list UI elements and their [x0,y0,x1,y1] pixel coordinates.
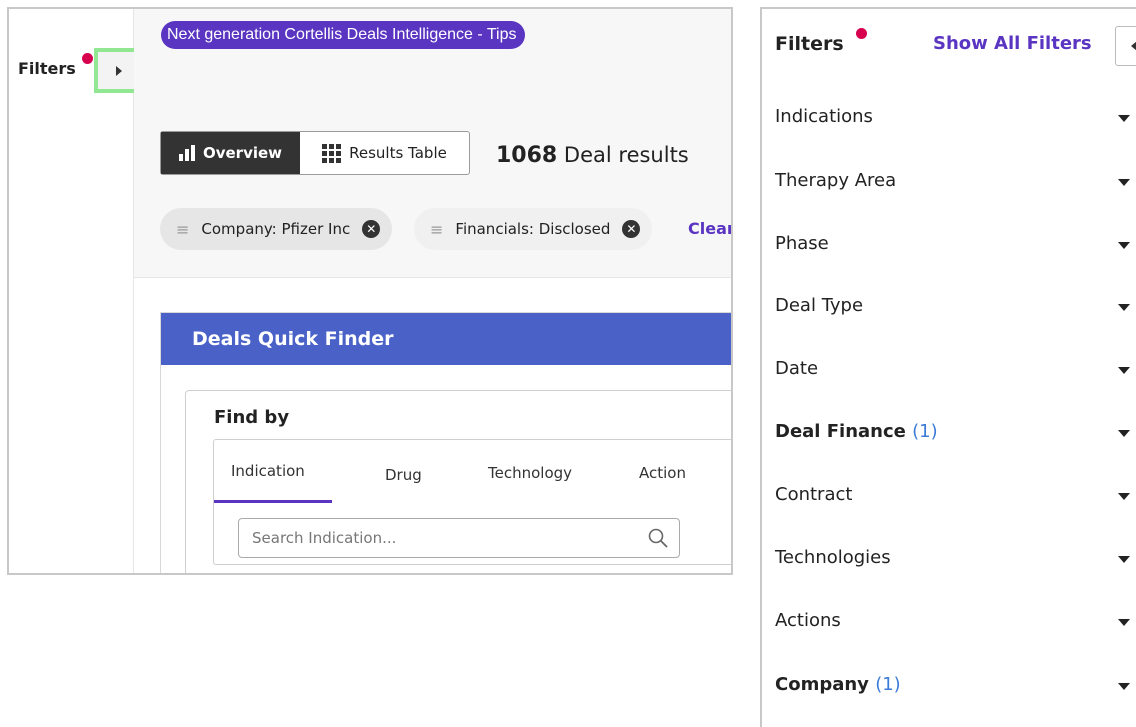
main-view-panel: Filters Next generation Cortellis Deals … [7,7,733,575]
filter-item-therapy-area[interactable]: Therapy Area [775,170,1135,204]
filter-label: Deal Finance [775,421,906,442]
finder-title: Deals Quick Finder [161,313,731,365]
filter-chip-company[interactable]: ≡ Company: Pfizer Inc ✕ [160,208,393,250]
filter-label: Technologies [775,547,891,568]
filter-item-actions[interactable]: Actions [775,610,1135,644]
tab-drug[interactable]: Drug [385,466,422,484]
tips-banner[interactable]: Next generation Cortellis Deals Intellig… [161,21,525,49]
filter-label: Indications [775,106,873,127]
caret-down-icon [1118,367,1130,374]
caret-down-icon [1118,304,1130,311]
tab-overview[interactable]: Overview [161,132,300,174]
caret-down-icon [1118,619,1130,626]
filter-item-deal-type[interactable]: Deal Type [775,295,1135,329]
filter-item-phase[interactable]: Phase [775,233,1135,267]
results-number: 1068 [496,143,558,168]
caret-down-icon [1118,179,1130,186]
filter-label: Company [775,674,869,695]
chevron-right-icon [116,65,122,76]
filters-panel: Filters Show All Filters Indications The… [760,7,1136,727]
caret-down-icon [1118,115,1130,122]
chip-label: Company: Pfizer Inc [201,220,351,238]
tab-technology[interactable]: Technology [488,464,572,482]
tab-indication[interactable]: Indication [231,462,305,480]
search-icon [648,528,668,548]
clear-filters-link[interactable]: Clear [688,219,731,238]
active-tab-underline [214,500,332,503]
tab-action[interactable]: Action [639,464,686,482]
caret-down-icon [1118,683,1130,690]
find-by-box: Find by Indication Drug Technology Actio… [185,390,731,573]
filter-count: (1) [875,674,901,695]
tab-results-table[interactable]: Results Table [300,132,469,174]
chip-label: Financials: Disclosed [455,220,611,238]
caret-down-icon [1118,493,1130,500]
show-all-filters-link[interactable]: Show All Filters [933,33,1092,54]
find-by-label: Find by [214,407,290,428]
bar-chart-icon [178,145,195,161]
filter-label: Therapy Area [775,170,897,191]
search-placeholder: Search Indication... [252,529,397,547]
grid-icon [322,143,342,163]
view-toggle: Overview Results Table [160,131,470,175]
filter-item-technologies[interactable]: Technologies [775,547,1135,581]
filter-label: Actions [775,610,841,631]
filter-count: (1) [912,421,938,442]
close-icon[interactable]: ✕ [622,220,641,238]
filters-label: Filters [18,59,76,78]
results-header-area: Next generation Cortellis Deals Intellig… [134,9,731,278]
search-input[interactable]: Search Indication... [238,518,680,558]
collapsed-filters-sidebar: Filters [9,9,144,573]
filter-item-indications[interactable]: Indications [775,106,1135,140]
notification-dot-icon [856,28,867,39]
chevron-left-icon [1131,41,1136,51]
filter-label: Deal Type [775,295,864,316]
tab-overview-label: Overview [202,144,283,162]
filter-item-company[interactable]: Company (1) [775,674,1135,708]
caret-down-icon [1118,242,1130,249]
filters-panel-title: Filters [775,33,844,55]
filter-label: Contract [775,484,853,505]
filter-item-deal-finance[interactable]: Deal Finance (1) [775,421,1135,455]
filter-label: Date [775,358,819,379]
notification-dot-icon [82,53,93,64]
close-icon[interactable]: ✕ [362,220,381,238]
find-tabs-box: Indication Drug Technology Action Search… [213,439,731,565]
filter-lines-icon: ≡ [176,219,190,239]
filter-item-contract[interactable]: Contract [775,484,1135,518]
caret-down-icon [1118,556,1130,563]
tab-results-label: Results Table [349,144,447,162]
filter-chip-financials[interactable]: ≡ Financials: Disclosed ✕ [414,208,653,250]
filter-item-date[interactable]: Date [775,358,1135,392]
filter-lines-icon: ≡ [430,219,444,239]
results-label: Deal results [563,143,689,167]
collapse-filters-button[interactable] [1115,26,1136,66]
filter-label: Phase [775,233,829,254]
results-count: 1068 Deal results [496,143,689,168]
caret-down-icon [1118,430,1130,437]
